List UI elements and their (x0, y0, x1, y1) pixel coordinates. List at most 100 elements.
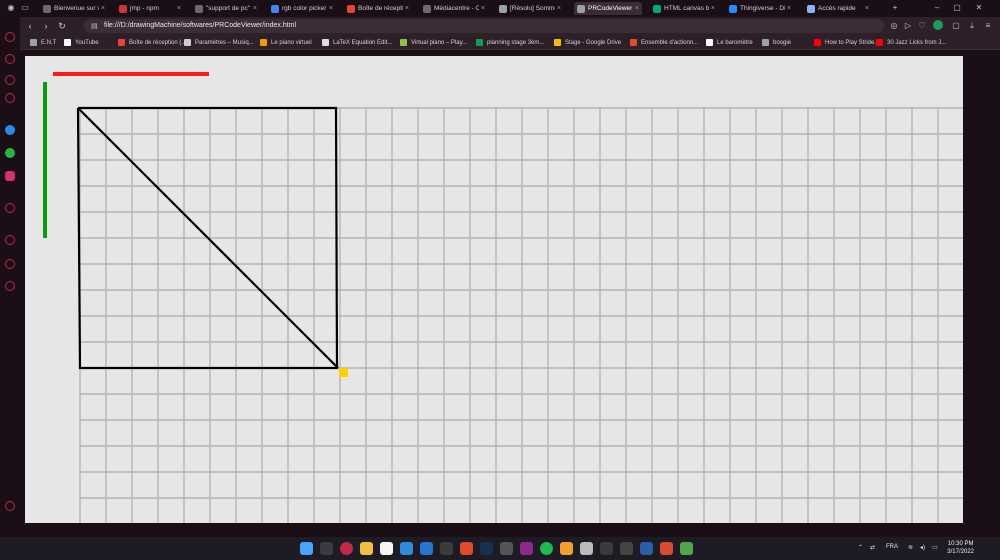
gx-corner-icon[interactable] (5, 75, 15, 85)
back-icon[interactable]: ‹ (24, 20, 36, 32)
bookmark-item[interactable]: Virtual piano – Play... (400, 37, 467, 48)
app-light-icon[interactable] (580, 542, 593, 555)
bookmark-item[interactable]: Ensemble d'actionn... (630, 37, 698, 48)
wifi-icon[interactable]: ≋ (908, 544, 913, 551)
wallet-icon[interactable] (5, 54, 15, 64)
app-blue-icon[interactable] (640, 542, 653, 555)
spotify-icon[interactable] (540, 542, 553, 555)
tab-close-icon[interactable]: × (635, 5, 639, 12)
cube-icon[interactable] (5, 259, 15, 269)
extensions-icon[interactable]: ▢ (950, 20, 962, 32)
tab-5[interactable]: Boîte de réceptio × (344, 2, 412, 15)
heart-icon[interactable]: ♡ (916, 20, 928, 32)
page-info-icon[interactable]: ▤ (91, 22, 98, 30)
tab-close-icon[interactable]: × (865, 5, 869, 12)
bookmark-label: Le baromètre (717, 39, 753, 46)
app-dark-icon[interactable] (620, 542, 633, 555)
new-tab-button[interactable]: + (888, 2, 902, 14)
bookmark-label: Le piano virtuel (271, 39, 312, 46)
tab-4[interactable]: rgb color picker × (268, 2, 336, 15)
tab-close-icon[interactable]: × (557, 5, 561, 12)
battery-icon[interactable]: ▭ (932, 544, 938, 551)
tab-close-icon[interactable]: × (253, 5, 257, 12)
bookmark-label: YouTube (75, 39, 99, 46)
bookmark-icon (184, 39, 191, 46)
tab-close-icon[interactable]: × (177, 5, 181, 12)
close-window-icon[interactable]: ✕ (972, 2, 986, 14)
app-orange-icon[interactable] (460, 542, 473, 555)
instagram-app-icon[interactable] (520, 542, 533, 555)
history-icon[interactable] (5, 32, 15, 42)
tab-close-icon[interactable]: × (405, 5, 409, 12)
app-green-icon[interactable] (680, 542, 693, 555)
start-icon[interactable] (300, 542, 313, 555)
tab-6[interactable]: Médiacentre - Co × (420, 2, 488, 15)
app-gray-icon[interactable] (500, 542, 513, 555)
clock-icon[interactable] (5, 235, 15, 245)
bookmark-item[interactable]: YouTube (64, 37, 99, 48)
unity-icon[interactable] (600, 542, 613, 555)
bookmark-item[interactable]: How to Play Stride... (814, 37, 879, 48)
player-icon[interactable] (5, 203, 15, 213)
steam-icon[interactable] (480, 542, 493, 555)
clock[interactable]: 10:30 PM 3/17/2022 (947, 540, 974, 556)
tab-close-icon[interactable]: × (329, 5, 333, 12)
tab-1[interactable]: Bienvenue sur vi × (40, 2, 108, 15)
tray-overflow-icon[interactable]: ⌃ (858, 544, 863, 551)
tab-close-icon[interactable]: × (481, 5, 485, 12)
url-field[interactable]: ▤ file:///D:/drawingMachine/softwares/PR… (84, 19, 884, 33)
bookmark-item[interactable]: Paramètres – Musiq... (184, 37, 254, 48)
forward-icon[interactable]: › (40, 20, 52, 32)
terminal-icon[interactable] (440, 542, 453, 555)
photos-icon[interactable] (400, 542, 413, 555)
app-red-icon[interactable] (660, 542, 673, 555)
search-icon[interactable] (320, 542, 333, 555)
minimize-icon[interactable]: – (930, 2, 944, 14)
send-icon[interactable]: ▷ (902, 20, 914, 32)
instagram-icon[interactable] (5, 171, 15, 181)
tab-close-icon[interactable]: × (711, 5, 715, 12)
tab-10[interactable]: Thingiverse - Dig × (726, 2, 794, 15)
drawing-canvas[interactable] (25, 56, 963, 523)
language-indicator[interactable]: FRA (886, 544, 898, 550)
tab-favicon-icon (119, 4, 127, 13)
tray-sync-icon[interactable]: ⇄ (870, 544, 875, 551)
bookmark-icon (118, 39, 125, 46)
messenger-icon[interactable] (5, 125, 15, 135)
whatsapp-icon[interactable] (5, 148, 15, 158)
notion-icon[interactable] (380, 542, 393, 555)
tab-8[interactable]: PRCodeViewer × (574, 2, 642, 15)
bookmark-item[interactable]: Stage - Google Drive (554, 37, 621, 48)
sidebar-more-icon[interactable] (5, 501, 15, 511)
reload-icon[interactable]: ↻ (56, 20, 68, 32)
bookmark-item[interactable]: planning stage 3èm... (476, 37, 544, 48)
tab-close-icon[interactable]: × (101, 5, 105, 12)
bookmark-item[interactable]: boogie (762, 37, 791, 48)
opera-gx-icon[interactable] (340, 542, 353, 555)
profile-avatar[interactable] (932, 20, 944, 32)
tab-2[interactable]: jmp - npm × (116, 2, 184, 15)
tab-11[interactable]: Accès rapide × (804, 2, 872, 15)
tab-3[interactable]: "support de pc" × (192, 2, 260, 15)
tab-list-icon[interactable]: ▭ (18, 2, 32, 14)
menu-icon[interactable]: ≡ (982, 20, 994, 32)
bookmark-item[interactable]: Boîte de réception (... (118, 37, 186, 48)
bookmark-item[interactable]: Le baromètre (706, 37, 753, 48)
vscode-icon[interactable] (420, 542, 433, 555)
tab-9[interactable]: HTML canvas bey× (650, 2, 718, 15)
settings-icon[interactable] (5, 281, 15, 291)
tab-close-icon[interactable]: × (787, 5, 791, 12)
screenshot-icon[interactable]: ◎ (888, 20, 900, 32)
bookmark-item[interactable]: 30 Jazz Licks from J... (876, 37, 946, 48)
download-icon[interactable]: ⤓ (966, 20, 978, 32)
app-yellow-icon[interactable] (560, 542, 573, 555)
bookmark-item[interactable]: Le piano virtuel (260, 37, 312, 48)
tab-7[interactable]: [Résolu] Somme × (496, 2, 564, 15)
twitch-icon[interactable] (5, 93, 15, 103)
volume-icon[interactable]: ◂) (920, 544, 925, 551)
file-explorer-icon[interactable] (360, 542, 373, 555)
browser-menu-icon[interactable]: ◉ (4, 2, 18, 14)
maximize-icon[interactable]: ▢ (950, 2, 964, 14)
bookmark-item[interactable]: E.N.T (30, 37, 56, 48)
bookmark-item[interactable]: LaTeX Equation Edit... (322, 37, 392, 48)
